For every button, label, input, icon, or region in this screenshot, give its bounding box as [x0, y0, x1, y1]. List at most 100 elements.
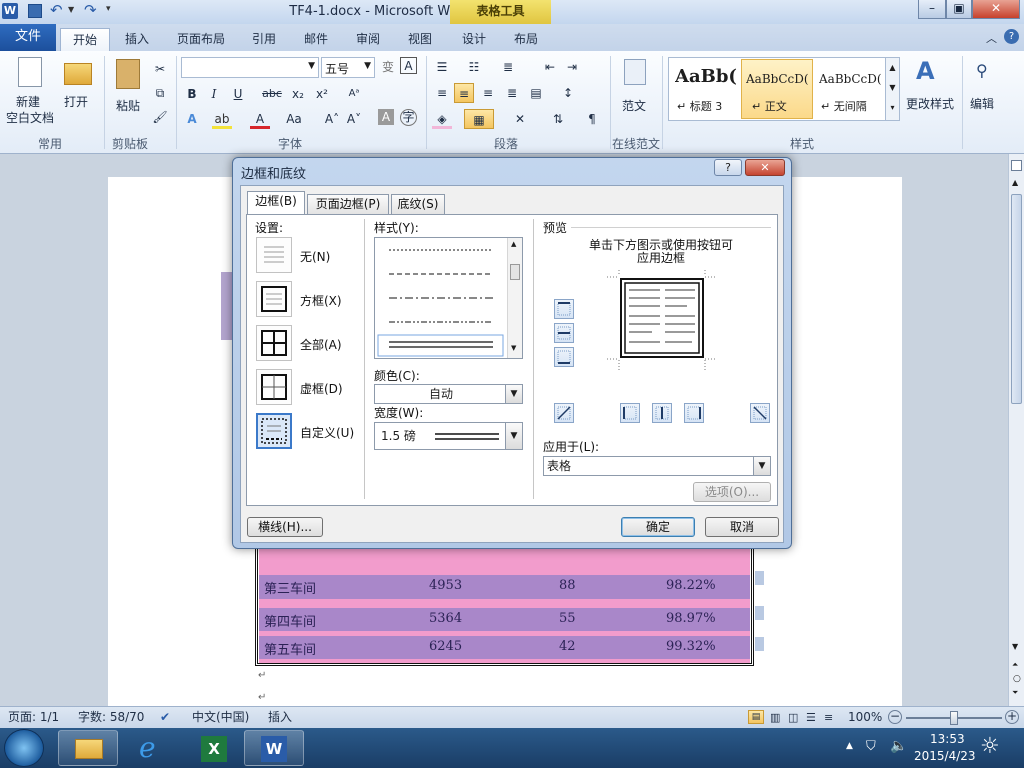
- clock-time[interactable]: 13:53: [930, 732, 965, 746]
- close-button[interactable]: ✕: [972, 0, 1020, 19]
- font-color-icon[interactable]: A: [250, 109, 270, 129]
- web-layout-icon[interactable]: ◫: [788, 707, 798, 728]
- dialog-help-button[interactable]: ?: [714, 159, 742, 176]
- tab-layout[interactable]: 布局: [508, 28, 544, 51]
- show-marks-icon[interactable]: ¶: [582, 109, 602, 129]
- taskbar-excel[interactable]: X: [184, 730, 244, 766]
- underline-icon[interactable]: U: [228, 84, 248, 104]
- zoom-slider-thumb[interactable]: [950, 711, 958, 725]
- multilevel-list-icon[interactable]: ≣: [498, 57, 518, 77]
- left-border-button[interactable]: [620, 403, 640, 423]
- tab-borders[interactable]: 边框(B): [247, 191, 305, 215]
- draft-icon[interactable]: ≡: [824, 707, 833, 728]
- shrink-font-icon[interactable]: A˅: [344, 109, 364, 129]
- gallery-scroll[interactable]: ▲ ▼ ▾: [885, 58, 899, 120]
- italic-icon[interactable]: I: [204, 84, 224, 104]
- tab-page-layout[interactable]: 页面布局: [170, 28, 232, 51]
- bottom-border-button[interactable]: [554, 347, 574, 367]
- top-border-button[interactable]: [554, 299, 574, 319]
- sort-icon[interactable]: ⇅: [548, 109, 568, 129]
- diag-down-button[interactable]: [554, 403, 574, 423]
- table-row[interactable]: 第五车间 6245 42 99.32%: [259, 636, 750, 659]
- tab-page-border[interactable]: 页面边框(P): [307, 194, 389, 214]
- enclose-char-icon[interactable]: A: [400, 57, 417, 74]
- minimize-button[interactable]: –: [918, 0, 946, 19]
- grow-font-icon[interactable]: A˄: [322, 109, 342, 129]
- style-heading3[interactable]: AaBb( ↵ 标题 3: [671, 60, 741, 118]
- open-button[interactable]: 打开: [62, 57, 94, 117]
- ruler-toggle-icon[interactable]: [1011, 160, 1022, 171]
- clear-format-icon[interactable]: Aᵃ: [344, 84, 364, 104]
- maximize-button[interactable]: ▣: [946, 0, 972, 19]
- shading-icon[interactable]: ◈: [432, 109, 452, 129]
- word-count[interactable]: 字数: 58/70: [78, 707, 144, 728]
- zoom-level[interactable]: 100%: [848, 707, 882, 728]
- tab-references[interactable]: 引用: [246, 28, 282, 51]
- zoom-out-icon[interactable]: −: [888, 710, 902, 724]
- tab-home[interactable]: 开始: [60, 28, 110, 51]
- print-layout-icon[interactable]: ▤: [748, 710, 764, 724]
- next-page-icon[interactable]: ⏷: [1012, 688, 1018, 698]
- tab-view[interactable]: 视图: [402, 28, 438, 51]
- horizontal-line-button[interactable]: 横线(H)...: [247, 517, 323, 537]
- font-name-combo[interactable]: ▼: [181, 57, 319, 78]
- clock-date[interactable]: 2015/4/23: [914, 749, 976, 763]
- volume-icon[interactable]: 🔈: [890, 738, 907, 754]
- inside-h-border-button[interactable]: [554, 323, 574, 343]
- line-style-list[interactable]: ▲ ▼: [374, 237, 523, 359]
- page-count[interactable]: 页面: 1/1: [8, 707, 59, 728]
- cut-icon[interactable]: ✂: [150, 59, 170, 79]
- decrease-indent-icon[interactable]: ⇤: [540, 57, 560, 77]
- weather-icon[interactable]: ☼: [980, 734, 1000, 759]
- setting-none[interactable]: [256, 237, 292, 273]
- table-row[interactable]: 第三车间 4953 88 98.22%: [259, 575, 750, 599]
- bullets-icon[interactable]: ☰: [432, 57, 452, 77]
- fanwen-button[interactable]: 范文: [616, 57, 654, 117]
- scroll-thumb[interactable]: [510, 264, 520, 280]
- justify-icon[interactable]: ≣: [502, 83, 522, 103]
- right-border-button[interactable]: [684, 403, 704, 423]
- dialog-close-button[interactable]: ✕: [745, 159, 785, 176]
- tab-design[interactable]: 设计: [456, 28, 492, 51]
- preview-diagram[interactable]: [607, 270, 717, 370]
- setting-all[interactable]: [256, 325, 292, 361]
- style-no-spacing[interactable]: AaBbCcD( ↵ 无间隔: [815, 60, 885, 118]
- tab-shading[interactable]: 底纹(S): [391, 194, 445, 214]
- distributed-icon[interactable]: ▤: [526, 83, 546, 103]
- table-row[interactable]: 第四车间 5364 55 98.97%: [259, 608, 750, 631]
- zoom-in-icon[interactable]: +: [1005, 710, 1019, 724]
- edit-button[interactable]: ⚲ 编辑: [968, 57, 1008, 127]
- setting-grid[interactable]: [256, 369, 292, 405]
- subscript-icon[interactable]: x₂: [288, 84, 308, 104]
- taskbar-ie[interactable]: e: [122, 730, 182, 766]
- paste-button[interactable]: 粘贴: [110, 57, 146, 127]
- strikethrough-icon[interactable]: abc: [262, 84, 282, 104]
- options-button[interactable]: 选项(O)...: [693, 482, 771, 502]
- line-spacing-icon[interactable]: ↕: [558, 83, 578, 103]
- outline-icon[interactable]: ☰: [806, 707, 816, 728]
- scroll-down-icon[interactable]: ▼: [1012, 642, 1018, 651]
- start-button[interactable]: [4, 729, 44, 767]
- cancel-button[interactable]: 取消: [705, 517, 779, 537]
- setting-box[interactable]: [256, 281, 292, 317]
- style-normal[interactable]: AaBbCcD( ↵ 正文: [741, 59, 813, 119]
- full-screen-icon[interactable]: ▥: [770, 707, 780, 728]
- proofing-icon[interactable]: ✔: [160, 707, 170, 728]
- scroll-down-icon[interactable]: ▼: [511, 344, 516, 352]
- insert-mode[interactable]: 插入: [268, 707, 292, 728]
- taskbar-explorer[interactable]: [58, 730, 118, 766]
- vertical-scrollbar[interactable]: ▲ ▼ ⏶ ○ ⏷: [1008, 154, 1024, 706]
- chinese-layout-icon[interactable]: ✕: [510, 109, 530, 129]
- scroll-thumb[interactable]: [1011, 194, 1022, 404]
- tab-file[interactable]: 文件: [0, 24, 56, 51]
- numbering-icon[interactable]: ☷: [464, 57, 484, 77]
- highlight-icon[interactable]: ab: [212, 109, 232, 129]
- prev-page-icon[interactable]: ⏶: [1012, 660, 1018, 670]
- new-document-button[interactable]: 新建 空白文档: [4, 57, 56, 127]
- help-icon[interactable]: ?: [1004, 29, 1019, 44]
- increase-indent-icon[interactable]: ⇥: [562, 57, 582, 77]
- copy-icon[interactable]: ⧉: [150, 83, 170, 103]
- superscript-icon[interactable]: x²: [312, 84, 332, 104]
- font-size-combo[interactable]: 五号 ▼: [321, 57, 375, 78]
- security-icon[interactable]: ⛉: [866, 739, 876, 754]
